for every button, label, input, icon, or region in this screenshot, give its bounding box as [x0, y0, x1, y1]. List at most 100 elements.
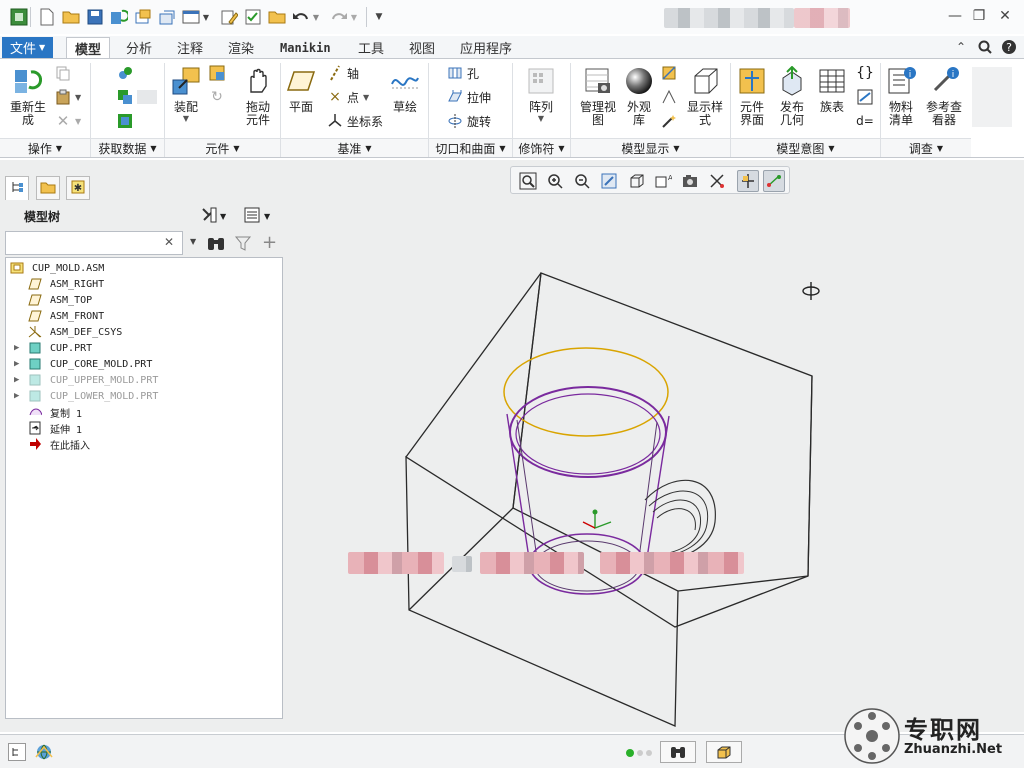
tree-item[interactable]: ASM_TOP [28, 292, 92, 308]
create-component-button[interactable] [208, 63, 229, 83]
tab-file[interactable]: 文件 ▼ [2, 37, 54, 58]
tree-item[interactable]: ▶ CUP.PRT [14, 340, 92, 356]
expand-arrow-icon[interactable]: ▶ [14, 343, 19, 353]
publish-geometry-button[interactable]: 发布 几何 [774, 65, 810, 127]
undo-icon[interactable] [290, 6, 312, 28]
point-button[interactable]: × 点 ▼ [326, 87, 369, 107]
family-table-button[interactable]: 族表 [814, 65, 850, 113]
edit-icon[interactable] [218, 6, 240, 28]
group-get-data[interactable]: 获取数据 ▼ [91, 138, 164, 157]
group-cuts-surfaces[interactable]: 切口和曲面 ▼ [429, 138, 512, 157]
tree-item[interactable]: ASM_RIGHT [28, 276, 104, 292]
selection-filter-button[interactable] [706, 741, 742, 763]
tab-view[interactable]: 视图 [401, 37, 443, 58]
tree-item[interactable]: ▶ CUP_LOWER_MOLD.PRT [14, 388, 158, 404]
tab-manikin[interactable]: Manikin [272, 37, 339, 58]
drag-components-button[interactable]: 拖动 元件 [240, 65, 276, 127]
reference-viewer-button[interactable]: i 参考查 看器 [922, 65, 966, 127]
tree-search-input[interactable]: ✕ [5, 231, 183, 255]
tab-tools[interactable]: 工具 [350, 37, 392, 58]
dimension-button[interactable]: d= [856, 111, 877, 131]
copy-geometry-button[interactable] [116, 87, 157, 107]
tab-model[interactable]: 模型 [66, 37, 111, 58]
add-icon[interactable]: + [262, 232, 277, 253]
save-icon[interactable] [84, 6, 106, 28]
assemble-button[interactable]: 装配 ▼ [168, 65, 204, 125]
show-menu-button[interactable]: ▼ [244, 206, 280, 226]
model-viewport[interactable] [285, 160, 1024, 732]
group-model-display[interactable]: 模型显示 ▼ [571, 138, 730, 157]
toggle-navigator-icon[interactable] [8, 743, 26, 761]
appearance-button[interactable]: 外观 库 [620, 65, 658, 127]
paste-button[interactable]: ▼ [54, 87, 81, 107]
tree-item[interactable]: 延伸 1 [28, 420, 82, 436]
collapse-ribbon-icon[interactable]: ⌃ [950, 37, 972, 57]
regenerate-button[interactable]: 重新生 成 [8, 65, 48, 127]
delete-button[interactable]: ✕ ▼ [54, 111, 81, 131]
checklist-icon[interactable] [242, 6, 264, 28]
shrinkwrap-button[interactable] [116, 111, 137, 131]
minimize-icon[interactable]: — [944, 6, 966, 26]
component-interface-button[interactable]: 元件 界面 [734, 65, 770, 127]
tree-item[interactable]: ▶ CUP_UPPER_MOLD.PRT [14, 372, 158, 388]
clear-search-icon[interactable]: ✕ [164, 235, 174, 249]
bom-button[interactable]: i 物料 清单 [882, 65, 920, 127]
tree-item[interactable]: 在此插入 [28, 436, 90, 452]
restore-icon[interactable]: ❐ [968, 6, 990, 26]
tab-applications[interactable]: 应用程序 [452, 37, 520, 58]
tree-item[interactable]: 复制 1 [28, 404, 82, 420]
filter-icon[interactable] [234, 234, 252, 255]
group-modifiers[interactable]: 修饰符 ▼ [513, 138, 570, 157]
group-datum[interactable]: 基准 ▼ [281, 138, 428, 157]
pattern-button[interactable]: 阵列 ▼ [522, 65, 560, 125]
find-binoculars-icon[interactable] [206, 234, 226, 255]
switch-window-icon[interactable] [156, 6, 178, 28]
tree-item[interactable]: ASM_DEF_CSYS [28, 324, 122, 340]
folder-icon[interactable] [266, 6, 288, 28]
relations-button[interactable]: {} [856, 63, 877, 83]
tab-annotate[interactable]: 注释 [169, 37, 211, 58]
tab-render[interactable]: 渲染 [220, 37, 262, 58]
group-operations[interactable]: 操作 ▼ [0, 138, 90, 157]
group-model-intent[interactable]: 模型意图 ▼ [731, 138, 880, 157]
expand-arrow-icon[interactable]: ▶ [14, 375, 19, 385]
customize-toolbar-icon[interactable]: ▼ [372, 6, 386, 28]
search-icon[interactable] [974, 37, 996, 57]
regenerate-icon[interactable] [108, 6, 130, 28]
windows-list-icon[interactable] [180, 6, 202, 28]
copy-button[interactable] [54, 63, 75, 83]
plane-button[interactable]: 平面 [284, 65, 318, 113]
tab-analysis[interactable]: 分析 [118, 37, 160, 58]
open-folder-icon[interactable] [60, 6, 82, 28]
group-investigate[interactable]: 调查 ▼ [881, 138, 971, 157]
expand-arrow-icon[interactable]: ▶ [14, 359, 19, 369]
redo-icon[interactable] [328, 6, 350, 28]
group-components[interactable]: 元件 ▼ [165, 138, 280, 157]
search-dropdown-icon[interactable]: ▼ [190, 237, 196, 246]
redo-dropdown-icon[interactable]: ▼ [348, 6, 360, 28]
tree-item[interactable]: ASM_FRONT [28, 308, 104, 324]
perspective-button[interactable] [660, 87, 681, 107]
expand-arrow-icon[interactable]: ▶ [14, 391, 19, 401]
repeat-button[interactable]: ↻ [208, 87, 229, 107]
tab-favorites[interactable]: ✱ [66, 176, 90, 200]
tab-model-tree[interactable] [5, 176, 29, 200]
csys-button[interactable]: 坐标系 [326, 111, 383, 131]
display-style-button[interactable]: 显示样 式 [684, 65, 726, 127]
tab-folder-browser[interactable] [36, 176, 60, 200]
manage-views-button[interactable]: 管理视 图 [576, 65, 620, 127]
browser-globe-icon[interactable] [34, 743, 54, 761]
new-file-icon[interactable] [36, 6, 58, 28]
display-settings-button[interactable] [660, 111, 681, 131]
extrude-button[interactable]: 拉伸 [446, 87, 491, 107]
chevron-down-icon[interactable]: ▼ [200, 6, 212, 28]
revolve-button[interactable]: 旋转 [446, 111, 491, 131]
tree-settings-button[interactable]: ▼ [200, 206, 230, 226]
section-button[interactable] [660, 63, 681, 83]
find-button[interactable] [660, 741, 696, 763]
hole-button[interactable]: 孔 [446, 63, 479, 83]
undo-dropdown-icon[interactable]: ▼ [310, 6, 322, 28]
tree-item[interactable]: CUP_MOLD.ASM [10, 260, 104, 276]
axis-button[interactable]: 轴 [326, 63, 359, 83]
help-icon[interactable]: ? [998, 37, 1020, 57]
